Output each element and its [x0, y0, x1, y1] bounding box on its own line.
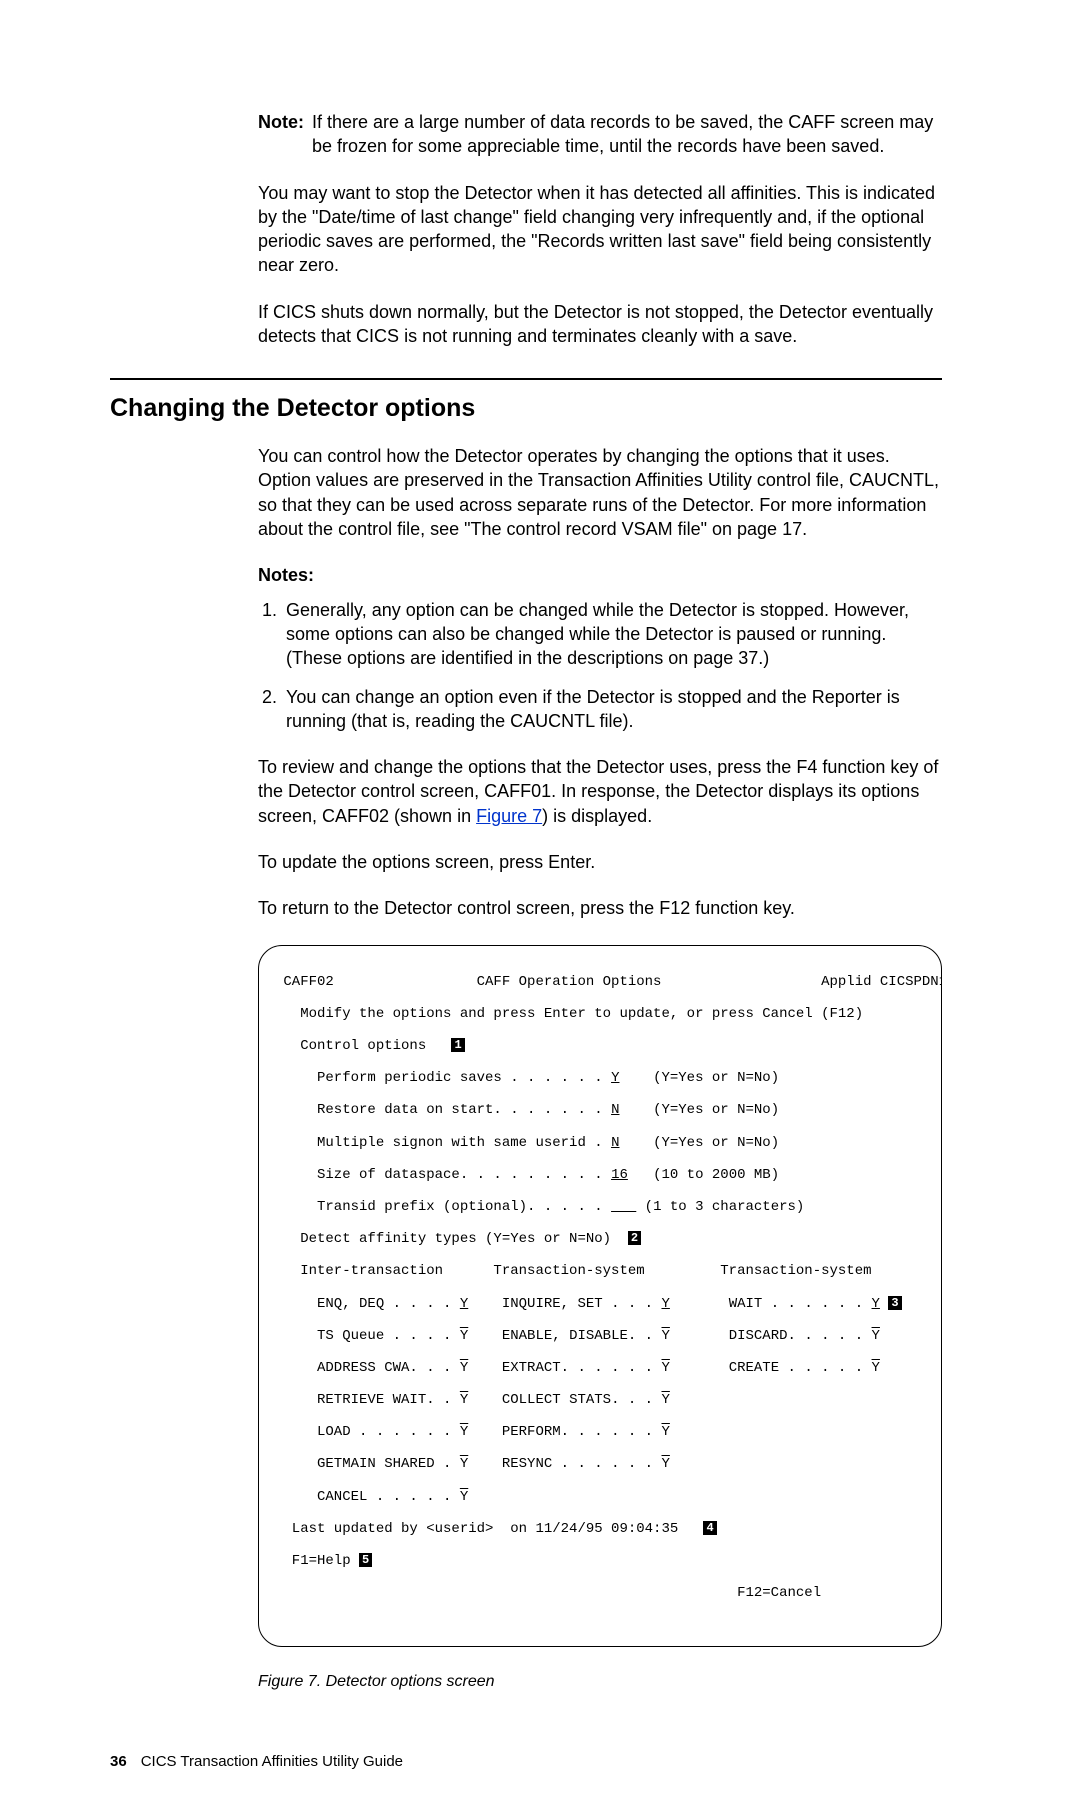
term-line-transid-prefix: Transid prefix (optional). . . . . (1 to… [275, 1199, 925, 1215]
notes-item-2: You can change an option even if the Det… [282, 685, 942, 734]
book-title: CICS Transaction Affinities Utility Guid… [141, 1753, 403, 1770]
notes-item-1: Generally, any option can be changed whi… [282, 598, 942, 671]
para-control-detector: You can control how the Detector operate… [258, 444, 942, 541]
discard-field[interactable]: Y [872, 1328, 880, 1344]
term-line-instruction: Modify the options and press Enter to up… [275, 1006, 925, 1022]
term-line-enq: ENQ, DEQ . . . . Y INQUIRE, SET . . . Y … [275, 1296, 925, 1312]
callout-3: 3 [888, 1296, 901, 1310]
term-line-detect-heading: Detect affinity types (Y=Yes or N=No) 2 [275, 1231, 925, 1247]
term-line-tsqueue: TS Queue . . . . Y ENABLE, DISABLE. . Y … [275, 1328, 925, 1344]
note-text: If there are a large number of data reco… [312, 110, 942, 159]
notes-list: Generally, any option can be changed whi… [258, 598, 942, 733]
load-field[interactable]: Y [460, 1424, 468, 1440]
ts-queue-field[interactable]: Y [460, 1328, 468, 1344]
create-field[interactable]: Y [872, 1360, 880, 1376]
para-cics-shutdown: If CICS shuts down normally, but the Det… [258, 300, 942, 349]
extract-field[interactable]: Y [661, 1360, 669, 1376]
wait-field[interactable]: Y [872, 1296, 880, 1312]
para-update-options: To update the options screen, press Ente… [258, 850, 942, 874]
para-review-change: To review and change the options that th… [258, 755, 942, 828]
getmain-shared-field[interactable]: Y [460, 1456, 468, 1472]
cancel-field[interactable]: Y [460, 1489, 468, 1505]
term-line-retrieve-wait: RETRIEVE WAIT. . Y COLLECT STATS. . . Y [275, 1392, 925, 1408]
resync-field[interactable]: Y [661, 1456, 669, 1472]
section-divider [110, 378, 942, 380]
term-line-col-headers: Inter-transaction Transaction-system Tra… [275, 1263, 925, 1279]
term-line-f12: F12=Cancel [275, 1585, 925, 1601]
inquire-set-field[interactable]: Y [661, 1296, 669, 1312]
para-return-f12: To return to the Detector control screen… [258, 896, 942, 920]
collect-stats-field[interactable]: Y [661, 1392, 669, 1408]
enq-deq-field[interactable]: Y [460, 1296, 468, 1312]
para-stop-detector: You may want to stop the Detector when i… [258, 181, 942, 278]
page-footer: 36 CICS Transaction Affinities Utility Gu… [110, 1752, 942, 1772]
page-number: 36 [110, 1753, 127, 1770]
page: Note: If there are a large number of dat… [0, 0, 1080, 1812]
retrieve-wait-field[interactable]: Y [460, 1392, 468, 1408]
term-line-restore-data: Restore data on start. . . . . . . N (Y=… [275, 1102, 925, 1118]
callout-1: 1 [451, 1038, 464, 1052]
term-line-last-updated: Last updated by <userid> on 11/24/95 09:… [275, 1521, 925, 1537]
figure-7-link[interactable]: Figure 7 [476, 806, 542, 826]
heading-changing-detector-options: Changing the Detector options [110, 392, 942, 426]
dataspace-field[interactable]: 16 [611, 1167, 628, 1183]
term-line-getmain: GETMAIN SHARED . Y RESYNC . . . . . . Y [275, 1456, 925, 1472]
note-if-large-records: Note: If there are a large number of dat… [258, 110, 942, 159]
text-post: ) is displayed. [542, 806, 652, 826]
term-line-address-cwa: ADDRESS CWA. . . Y EXTRACT. . . . . . Y … [275, 1360, 925, 1376]
term-line-f1: F1=Help 5 [275, 1553, 925, 1569]
transid-prefix-field[interactable] [611, 1199, 636, 1215]
term-line-periodic-saves: Perform periodic saves . . . . . . Y (Y=… [275, 1070, 925, 1086]
callout-4: 4 [703, 1521, 716, 1535]
perform-field[interactable]: Y [661, 1424, 669, 1440]
notes-label: Notes: [258, 563, 942, 587]
note-label: Note: [258, 110, 312, 134]
enable-disable-field[interactable]: Y [661, 1328, 669, 1344]
terminal-screen-caff02: CAFF02 CAFF Operation Options Applid CIC… [258, 945, 942, 1647]
term-line-control-options: Control options 1 [275, 1038, 925, 1054]
term-line-dataspace: Size of dataspace. . . . . . . . . 16 (1… [275, 1167, 925, 1183]
term-line-header: CAFF02 CAFF Operation Options Applid CIC… [275, 974, 925, 990]
term-line-load: LOAD . . . . . . Y PERFORM. . . . . . Y [275, 1424, 925, 1440]
callout-2: 2 [628, 1231, 641, 1245]
callout-5: 5 [359, 1553, 372, 1567]
term-line-multiple-signon: Multiple signon with same userid . N (Y=… [275, 1135, 925, 1151]
address-cwa-field[interactable]: Y [460, 1360, 468, 1376]
term-line-cancel: CANCEL . . . . . Y [275, 1489, 925, 1505]
figure-caption: Figure 7. Detector options screen [258, 1671, 942, 1693]
